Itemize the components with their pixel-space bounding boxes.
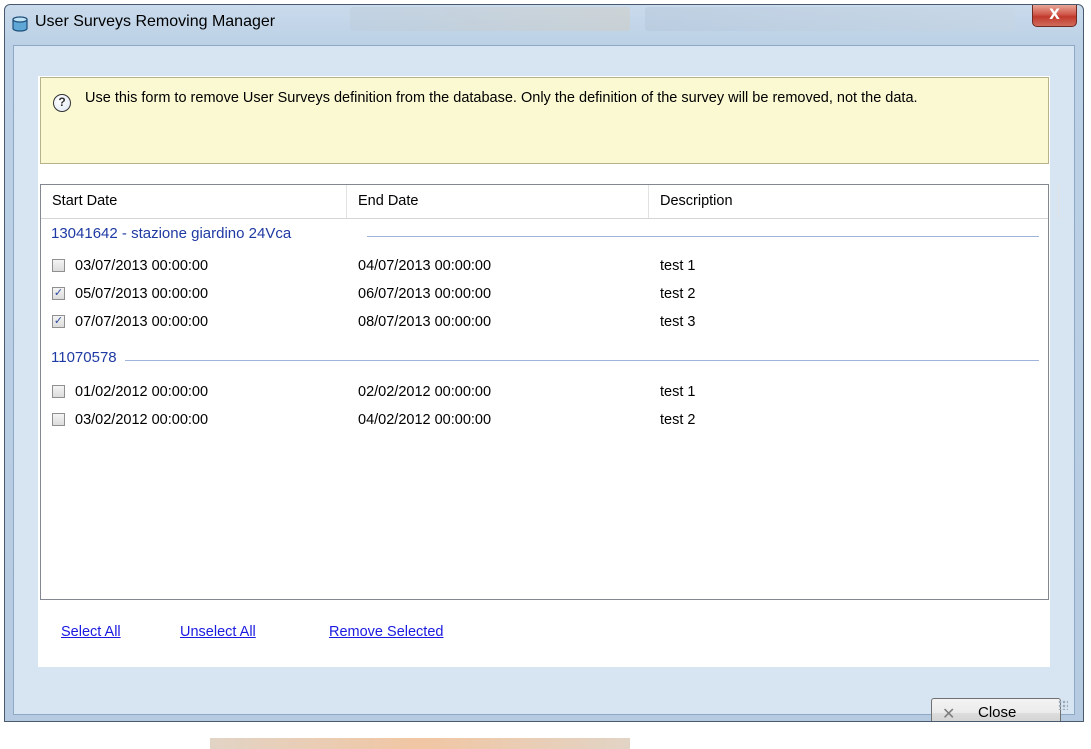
close-button[interactable]: ✕ Close xyxy=(931,698,1061,722)
start-date-cell: 01/02/2012 00:00:00 xyxy=(75,384,209,400)
list-row[interactable]: ✓ 05/07/2013 00:00:00 06/07/2013 00:00:0… xyxy=(41,281,1048,309)
title-bar[interactable]: User Surveys Removing Manager X xyxy=(5,5,1083,45)
dialog-window: User Surveys Removing Manager X ? Use th… xyxy=(4,4,1084,722)
list-row[interactable]: ✓ 07/07/2013 00:00:00 08/07/2013 00:00:0… xyxy=(41,309,1048,337)
dialog-client-area: ? Use this form to remove User Surveys d… xyxy=(13,45,1075,721)
list-header: Start Date End Date Description xyxy=(41,185,1059,219)
end-date-cell: 06/07/2013 00:00:00 xyxy=(358,286,492,302)
start-date-cell: 03/02/2012 00:00:00 xyxy=(75,412,209,428)
end-date-cell: 08/07/2013 00:00:00 xyxy=(358,314,492,330)
help-icon: ? xyxy=(53,94,71,112)
description-cell: test 2 xyxy=(660,412,696,428)
info-panel: ? Use this form to remove User Surveys d… xyxy=(40,77,1049,164)
close-icon: ✕ xyxy=(942,706,956,722)
row-checkbox[interactable]: ✓ xyxy=(52,315,65,328)
group-header: 13041642 - stazione giardino 24Vca xyxy=(51,225,291,247)
group-separator xyxy=(367,236,1039,237)
column-header-end-date[interactable]: End Date xyxy=(347,185,649,218)
start-date-cell: 05/07/2013 00:00:00 xyxy=(75,286,209,302)
start-date-cell: 07/07/2013 00:00:00 xyxy=(75,314,209,330)
list-row[interactable]: 01/02/2012 00:00:00 02/02/2012 00:00:00 … xyxy=(41,379,1048,407)
remove-selected-link[interactable]: Remove Selected xyxy=(329,624,443,640)
column-header-start-date[interactable]: Start Date xyxy=(41,185,347,218)
select-all-link[interactable]: Select All xyxy=(61,624,121,640)
list-row[interactable]: 03/07/2013 00:00:00 04/07/2013 00:00:00 … xyxy=(41,253,1048,281)
description-cell: test 3 xyxy=(660,314,696,330)
description-cell: test 1 xyxy=(660,384,696,400)
group-title: 11070578 xyxy=(51,349,117,366)
info-text: Use this form to remove User Surveys def… xyxy=(85,90,918,106)
resize-grip[interactable] xyxy=(1058,700,1068,710)
unselect-all-link[interactable]: Unselect All xyxy=(180,624,256,640)
row-checkbox[interactable] xyxy=(52,413,65,426)
start-date-cell: 03/07/2013 00:00:00 xyxy=(75,258,209,274)
row-checkbox[interactable] xyxy=(52,259,65,272)
end-date-cell: 04/02/2012 00:00:00 xyxy=(358,412,492,428)
end-date-cell: 02/02/2012 00:00:00 xyxy=(358,384,492,400)
background-taskbar-hint xyxy=(210,738,630,749)
description-cell: test 2 xyxy=(660,286,696,302)
list-row[interactable]: 03/02/2012 00:00:00 04/02/2012 00:00:00 … xyxy=(41,407,1048,435)
group-separator xyxy=(125,360,1039,361)
window-title: User Surveys Removing Manager xyxy=(35,13,276,30)
end-date-cell: 04/07/2013 00:00:00 xyxy=(358,258,492,274)
window-close-button[interactable]: X xyxy=(1032,5,1077,27)
row-checkbox[interactable]: ✓ xyxy=(52,287,65,300)
database-icon xyxy=(12,16,28,32)
row-checkbox[interactable] xyxy=(52,385,65,398)
close-button-label: Close xyxy=(978,704,1017,721)
survey-list[interactable]: Start Date End Date Description 13041642… xyxy=(40,184,1059,600)
group-title: 13041642 - stazione giardino 24Vca xyxy=(51,225,292,242)
column-header-description[interactable]: Description xyxy=(649,185,1059,218)
description-cell: test 1 xyxy=(660,258,696,274)
group-header: 11070578 xyxy=(51,349,117,371)
